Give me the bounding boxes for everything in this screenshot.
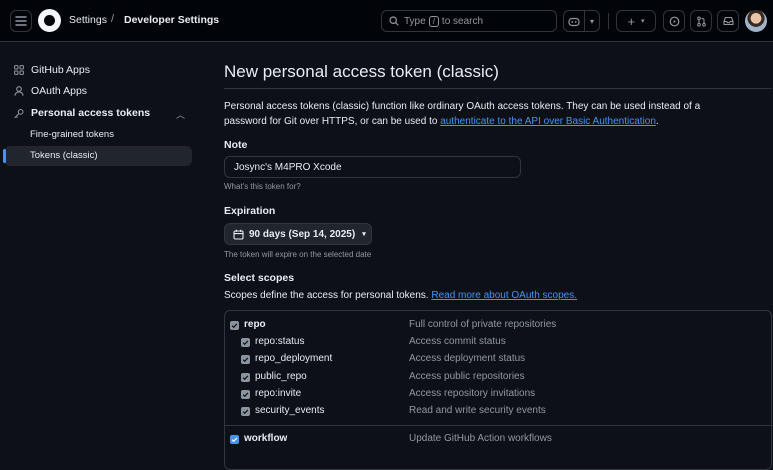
chevron-down-icon: ▾ [362,231,366,238]
scopes-description: Scopes define the access for personal to… [224,290,577,301]
copilot-icon [568,17,580,26]
chevron-down-icon: ▾ [641,18,645,25]
scope-desc-security-events: Read and write security events [409,405,546,416]
pull-request-icon [696,16,706,26]
sidebar-item-label: Personal access tokens [31,107,151,119]
scope-checkbox-workflow[interactable] [230,435,239,444]
scope-name-repo: repo [244,319,266,330]
scope-checkbox-security-events[interactable] [241,407,250,416]
user-avatar[interactable] [745,10,767,32]
search-input[interactable]: Type / to search [381,10,557,32]
scopes-label: Select scopes [224,272,295,284]
check-icon [242,392,249,398]
sidebar-item-label: GitHub Apps [31,64,90,76]
scope-desc-repo-invite: Access repository invitations [409,388,536,399]
note-hint: What's this token for? [224,182,301,191]
oauth-scopes-link[interactable]: Read more about OAuth scopes. [431,290,577,301]
scope-checkbox-repo-status[interactable] [241,338,250,347]
description-end: . [655,116,659,127]
scope-desc-repo: Full control of private repositories [409,319,557,330]
copilot-button[interactable] [563,10,585,32]
inbox-icon [722,16,734,26]
copilot-dropdown-button[interactable]: ▾ [584,10,600,32]
chevron-up-icon[interactable]: ︿ [176,108,185,121]
scope-checkbox-repo-invite[interactable] [241,390,250,399]
expiration-value: 90 days (Sep 14, 2025) [249,228,356,240]
check-icon [231,323,238,329]
sidebar-item-personal-access-tokens[interactable]: Personal access tokens [14,107,150,119]
sidebar-item-tokens-classic[interactable]: Tokens (classic) [3,146,192,166]
chevron-down-icon: ▾ [589,16,594,26]
top-header: Settings / Developer Settings Type / to … [0,0,773,42]
basic-auth-link[interactable]: authenticate to the API over Basic Authe… [440,116,656,127]
calendar-icon [233,229,244,240]
plus-icon: + [627,13,636,29]
selected-indicator [3,149,6,163]
page-description: Personal access tokens (classic) functio… [224,99,744,129]
apps-icon [14,65,24,75]
sidebar-item-fine-grained-tokens[interactable]: Fine-grained tokens [30,129,114,140]
key-icon [14,108,24,119]
breadcrumb-settings[interactable]: Settings [69,14,107,26]
breadcrumb-developer-settings[interactable]: Developer Settings [124,14,219,26]
sidebar-item-label: OAuth Apps [31,85,88,97]
pull-requests-button[interactable] [690,10,712,32]
check-icon [242,340,249,346]
scope-name-workflow: workflow [244,433,288,444]
github-logo-icon[interactable] [38,9,61,32]
search-shortcut-key: / [428,15,439,27]
scope-desc-workflow: Update GitHub Action workflows [409,433,552,444]
scope-name-repo-deployment: repo_deployment [255,353,333,364]
person-icon [14,86,24,96]
scopes-description-text: Scopes define the access for personal to… [224,290,429,301]
search-icon [389,16,399,26]
expiration-label: Expiration [224,205,276,217]
sidebar-item-oauth-apps[interactable]: OAuth Apps [14,85,87,97]
scope-desc-repo-status: Access commit status [409,336,506,347]
check-icon [242,409,249,415]
search-suffix: to search [441,15,484,27]
scope-desc-repo-deployment: Access deployment status [409,353,526,364]
check-icon [231,437,238,443]
scope-name-repo-invite: repo:invite [255,388,302,399]
note-label: Note [224,139,248,151]
issues-button[interactable] [663,10,685,32]
check-icon [242,375,249,381]
header-divider [608,13,609,29]
issue-opened-icon [669,16,679,26]
menu-button[interactable] [10,10,32,32]
page-title: New personal access token (classic) [224,62,499,81]
scope-divider [225,425,771,426]
sidebar-item-github-apps[interactable]: GitHub Apps [14,64,90,76]
title-divider [224,88,772,89]
scope-checkbox-repo-deployment[interactable] [241,355,250,364]
note-input[interactable] [224,156,521,178]
scope-checkbox-public-repo[interactable] [241,373,250,382]
search-prefix: Type [404,15,426,27]
scope-name-repo-status: repo:status [255,336,305,347]
breadcrumb-separator: / [111,13,115,25]
expiration-hint: The token will expire on the selected da… [224,250,372,259]
scope-checkbox-repo[interactable] [230,321,239,330]
create-new-button[interactable]: + ▾ [616,10,656,32]
scope-name-security-events: security_events [255,405,325,416]
sidebar-item-label: Tokens (classic) [30,150,98,161]
check-icon [242,357,249,363]
scope-name-public-repo: public_repo [255,371,307,382]
inbox-button[interactable] [717,10,739,32]
scope-desc-public-repo: Access public repositories [409,371,525,382]
expiration-select[interactable]: 90 days (Sep 14, 2025) ▾ [224,223,372,245]
hamburger-icon [15,16,27,26]
